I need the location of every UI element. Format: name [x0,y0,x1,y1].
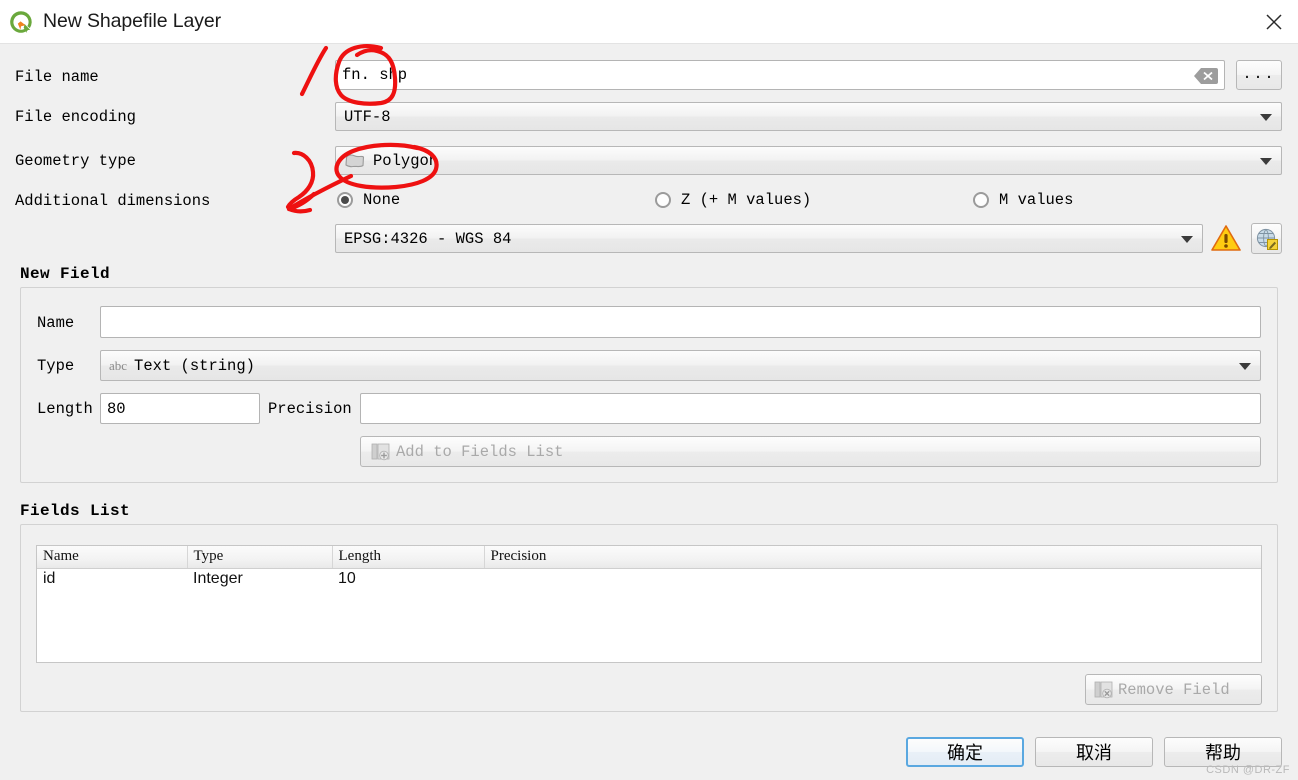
new-field-length-label: Length [37,400,93,418]
table-row[interactable]: id Integer 10 [37,569,1261,592]
new-field-type-label: Type [37,357,75,375]
remove-field-label: Remove Field [1118,680,1230,699]
geometry-type-value: Polygon [373,151,439,170]
geometry-type-combobox[interactable]: Polygon [335,146,1282,175]
new-field-precision-input[interactable] [360,393,1261,424]
fields-list-group-title: Fields List [20,502,131,520]
file-name-value: fn. shp [342,66,408,84]
dialog-titlebar: New Shapefile Layer [0,0,1298,44]
chevron-down-icon [1260,113,1272,121]
table-header-row: Name Type Length Precision [37,546,1261,569]
cell-name: id [43,570,56,587]
ok-button[interactable]: 确定 [906,737,1024,767]
geometry-type-label: Geometry type [15,152,136,170]
globe-crs-icon [1255,227,1279,251]
cancel-button[interactable]: 取消 [1035,737,1153,767]
chevron-down-icon [1239,362,1251,370]
add-field-icon [371,442,390,461]
column-header-precision[interactable]: Precision [484,546,1261,569]
file-name-input[interactable]: fn. shp [335,60,1225,90]
close-icon[interactable] [1250,0,1298,43]
browse-file-button[interactable]: ... [1236,60,1282,90]
radio-z-m-values-indicator [655,192,671,208]
watermark-text: CSDN @DR-ZF [1206,764,1290,776]
radio-m-values-label: M values [999,191,1074,209]
new-field-group-title: New Field [20,265,111,283]
column-header-type[interactable]: Type [187,546,333,569]
radio-m-values-indicator [973,192,989,208]
ellipsis-icon: ... [1242,66,1276,83]
column-header-name[interactable]: Name [37,546,188,569]
add-to-fields-list-button[interactable]: Add to Fields List [360,436,1261,467]
help-button[interactable]: 帮助 [1164,737,1282,767]
file-encoding-value: UTF-8 [344,107,391,126]
chevron-down-icon [1181,235,1193,243]
clear-icon[interactable] [1194,67,1218,85]
new-field-type-combobox[interactable]: abc Text (string) [100,350,1261,381]
cancel-button-label: 取消 [1076,743,1112,764]
polygon-icon [344,153,366,169]
chevron-down-icon [1260,157,1272,165]
crs-combobox[interactable]: EPSG:4326 - WGS 84 [335,224,1203,253]
dialog-title: New Shapefile Layer [43,10,222,32]
ok-button-label: 确定 [947,743,983,764]
cell-length: 10 [338,570,356,587]
column-header-length[interactable]: Length [332,546,485,569]
cell-type: Integer [193,570,243,587]
abc-icon: abc [109,357,128,373]
radio-z-m-values[interactable]: Z (+ M values) [655,191,811,209]
warning-triangle-icon [1211,224,1241,252]
cell-precision [484,569,1261,592]
new-field-length-value: 80 [107,399,126,418]
file-encoding-label: File encoding [15,108,136,126]
remove-field-button[interactable]: Remove Field [1085,674,1262,705]
remove-field-icon [1094,680,1113,699]
arrow-pointing-to-polygon-head [286,191,317,214]
radio-m-values[interactable]: M values [973,191,1073,209]
radio-none[interactable]: None [337,191,400,209]
new-field-name-input[interactable] [100,306,1261,338]
new-field-name-label: Name [37,314,75,332]
additional-dimensions-label: Additional dimensions [15,192,211,210]
radio-z-m-values-label: Z (+ M values) [681,191,812,209]
crs-value: EPSG:4326 - WGS 84 [344,229,512,248]
fields-list-table[interactable]: Name Type Length Precision id Integer 10 [36,545,1262,663]
new-shapefile-layer-dialog: New Shapefile Layer File name fn. shp ..… [0,0,1298,780]
file-name-label: File name [15,68,99,86]
slash-stroke-left-of-file-name [299,45,329,97]
radio-none-indicator [337,192,353,208]
help-button-label: 帮助 [1205,743,1241,764]
new-field-type-value: Text (string) [134,356,255,375]
radio-none-label: None [363,191,401,209]
file-encoding-combobox[interactable]: UTF-8 [335,102,1282,131]
qgis-logo-icon [8,9,34,35]
arrow-pointing-to-polygon [285,150,316,210]
add-to-fields-list-label: Add to Fields List [396,442,564,461]
new-field-precision-label: Precision [268,400,352,418]
new-field-length-input[interactable]: 80 [100,393,260,424]
select-crs-button[interactable] [1251,223,1282,254]
